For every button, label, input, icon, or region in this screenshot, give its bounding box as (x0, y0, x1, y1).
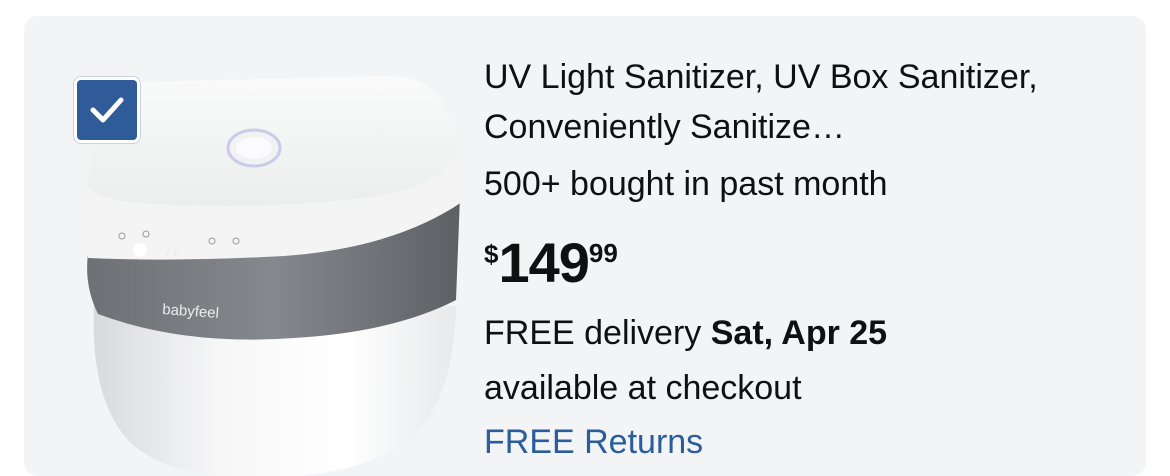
digital-display: / / (166, 243, 178, 259)
price: $14999 (484, 228, 618, 298)
indicator-light (133, 243, 147, 257)
free-returns-link[interactable]: FREE Returns (484, 420, 703, 464)
delivery-date: Sat, Apr 25 (710, 314, 888, 352)
price-fraction: 99 (588, 238, 618, 268)
availability-text: available at checkout (484, 369, 802, 407)
price-symbol: $ (484, 239, 499, 269)
select-checkbox[interactable] (74, 77, 140, 143)
bought-count: 500+ bought in past month (484, 165, 888, 203)
delivery-info: FREE delivery Sat, Apr 25 (484, 311, 887, 355)
price-whole: 149 (498, 231, 589, 294)
product-card[interactable]: / / babyfeel UV Light Sanitizer, UV Box … (24, 16, 1146, 476)
checkmark-icon (90, 97, 124, 123)
power-button-inner (236, 137, 272, 159)
product-title[interactable]: UV Light Sanitizer, UV Box Sanitizer, Co… (484, 52, 1124, 152)
delivery-prefix: FREE delivery (484, 314, 711, 352)
